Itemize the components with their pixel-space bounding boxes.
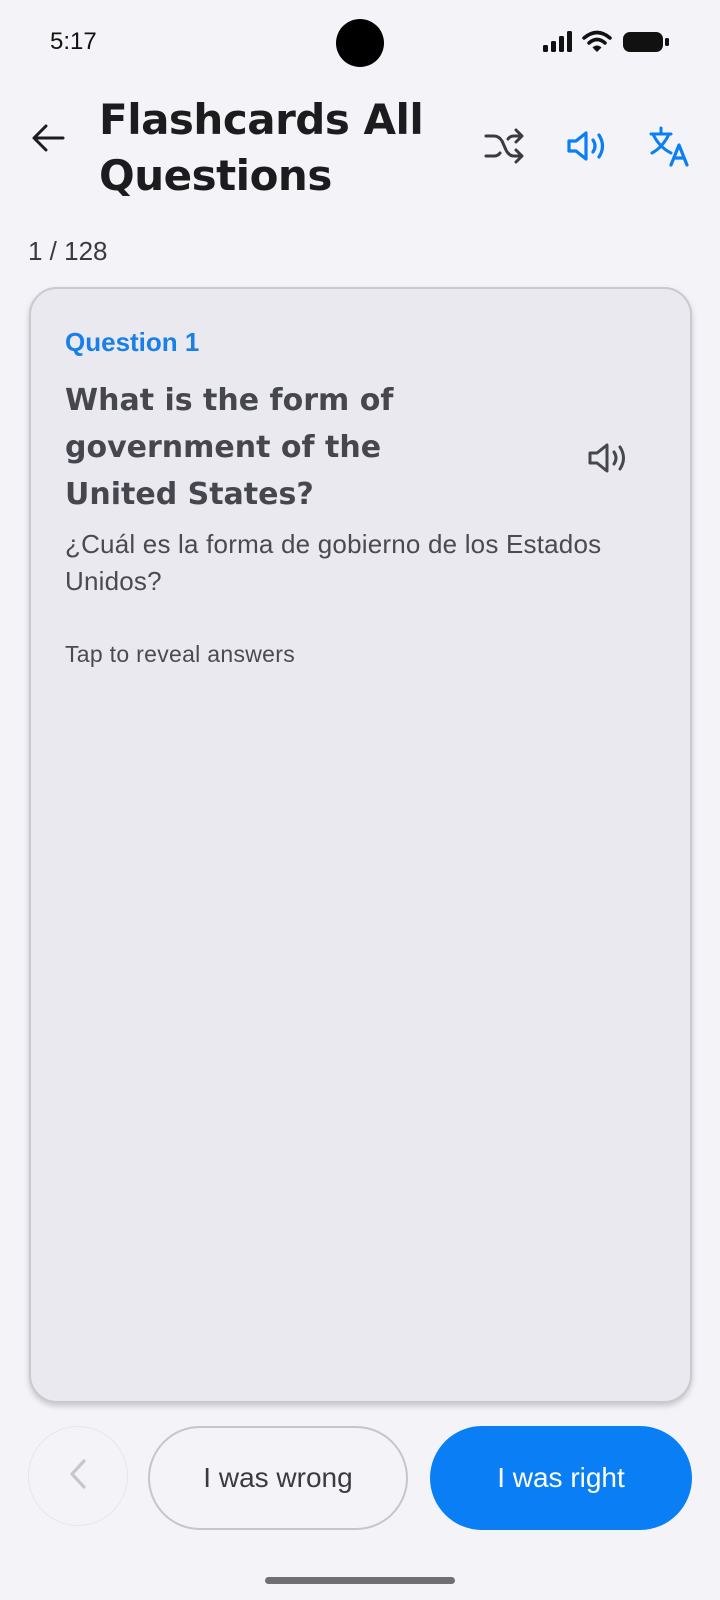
app-header: Flashcards All Questions <box>0 88 720 208</box>
back-button[interactable] <box>26 118 70 162</box>
question-label: Question 1 <box>65 327 200 357</box>
question-text: What is the form of government of the Un… <box>65 383 394 512</box>
status-time: 5:17 <box>50 28 97 55</box>
camera-cutout <box>336 19 384 67</box>
question-audio-button[interactable] <box>583 435 633 485</box>
i-was-wrong-button[interactable]: I was wrong <box>148 1426 408 1530</box>
battery-icon <box>622 30 670 54</box>
signal-icon <box>542 31 572 53</box>
shuffle-button[interactable] <box>480 124 528 172</box>
speaker-icon <box>587 440 629 481</box>
progress-counter: 1 / 128 <box>28 236 108 266</box>
flashcards-screen: 5:17 Flashcards All Questions 1 / 128 Qu… <box>0 0 720 1600</box>
shuffle-icon <box>483 127 525 170</box>
flashcard[interactable]: Question 1 What is the form of governmen… <box>29 287 692 1403</box>
speaker-icon <box>566 128 608 169</box>
audio-toggle-button[interactable] <box>563 124 611 172</box>
question-translation: ¿Cuál es la forma de gobierno de los Est… <box>65 529 602 596</box>
home-indicator[interactable] <box>265 1577 455 1584</box>
status-bar: 5:17 <box>0 0 720 90</box>
page-title: Flashcards All Questions <box>99 95 424 200</box>
wifi-icon <box>582 30 612 54</box>
i-was-right-button[interactable]: I was right <box>430 1426 692 1530</box>
chevron-left-icon <box>67 1457 89 1496</box>
reveal-hint: Tap to reveal answers <box>65 641 296 667</box>
translate-icon <box>649 125 691 172</box>
previous-button[interactable] <box>28 1426 128 1526</box>
status-icons <box>542 30 670 54</box>
translate-button[interactable] <box>646 124 694 172</box>
back-arrow-icon <box>31 123 65 158</box>
